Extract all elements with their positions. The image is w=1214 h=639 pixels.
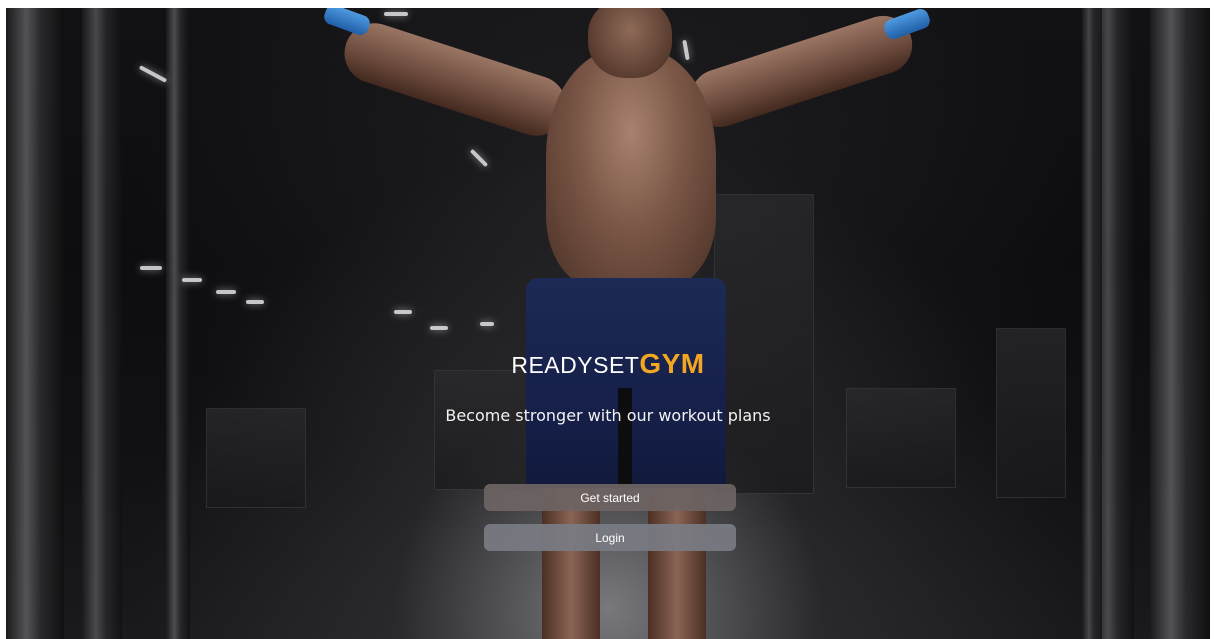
- ceiling-light: [182, 278, 202, 282]
- athlete-arm: [336, 15, 575, 144]
- login-button[interactable]: Login: [484, 524, 736, 551]
- get-started-button[interactable]: Get started: [484, 484, 736, 511]
- brand-logo-gym: GYM: [639, 348, 705, 379]
- athlete-head: [588, 8, 672, 78]
- cable-machine-column: [1082, 8, 1102, 639]
- cable-machine-column: [82, 8, 122, 639]
- shorts-split: [618, 388, 632, 488]
- athlete-torso: [546, 48, 716, 288]
- ceiling-light: [682, 39, 690, 61]
- ceiling-light: [384, 12, 408, 16]
- hero-tagline: Become stronger with our workout plans: [445, 406, 771, 425]
- gym-machine: [714, 194, 814, 494]
- ceiling-light: [480, 322, 494, 326]
- gym-machine: [846, 388, 956, 488]
- landing-screen: READYSETGYM Become stronger with our wor…: [6, 8, 1210, 639]
- cable-machine-column: [1150, 8, 1210, 639]
- ceiling-light: [469, 148, 489, 168]
- ceiling-light: [138, 65, 168, 83]
- ceiling-light: [246, 300, 264, 304]
- ceiling-light: [430, 326, 448, 330]
- brand-logo: READYSETGYM: [6, 348, 1210, 380]
- ceiling-light: [216, 290, 236, 294]
- cable-machine-column: [6, 8, 64, 639]
- brand-logo-ready-set: READYSET: [511, 352, 640, 378]
- cable-handle: [321, 8, 373, 38]
- ceiling-light: [394, 310, 412, 314]
- cable-machine-column: [166, 8, 190, 639]
- ceiling-light: [140, 266, 162, 270]
